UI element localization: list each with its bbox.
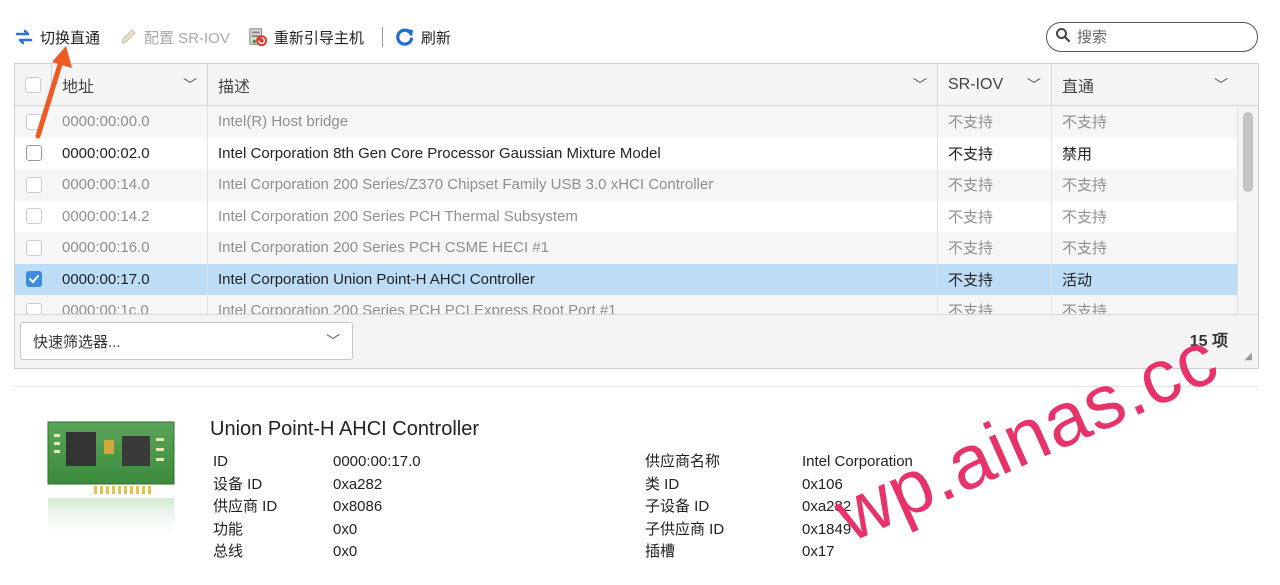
column-sriov[interactable]: SR-IOV ﹀ (938, 64, 1052, 106)
description-cell: Intel Corporation 200 Series PCH CSME HE… (208, 232, 938, 264)
description-cell: Intel Corporation 200 Series PCH Thermal… (208, 200, 938, 232)
row-checkbox-cell (15, 201, 52, 233)
reboot-host-label: 重新引导主机 (273, 29, 364, 47)
row-checkbox-cell (15, 169, 52, 201)
reboot-host-button[interactable]: 重新引导主机 (248, 27, 364, 48)
sriov-cell: 不支持 (938, 232, 1052, 264)
address-cell: 0000:00:1c.0 (52, 295, 208, 316)
quick-filter-dropdown[interactable]: 快速筛选器... ﹀ (20, 322, 353, 360)
row-checkbox[interactable] (25, 239, 42, 256)
row-checkbox-cell (15, 232, 52, 264)
chevron-down-icon[interactable]: ﹀ (183, 75, 197, 95)
grid-header: 地址 ﹀ 描述 ﹀ SR-IOV ﹀ 直通 ﹀ (15, 64, 1258, 106)
passthrough-cell: 不支持 (1062, 240, 1108, 258)
detail-key: 插槽 (645, 543, 676, 560)
configure-sriov-label: 配置 SR-IOV (144, 29, 230, 47)
row-checkbox[interactable] (25, 176, 42, 193)
pci-device-icon (44, 418, 180, 548)
checkmark-icon (28, 275, 39, 284)
refresh-icon (395, 27, 415, 47)
table-row[interactable]: 0000:00:14.2 Intel Corporation 200 Series… (15, 200, 1238, 233)
row-checkbox[interactable] (25, 271, 42, 288)
sriov-cell: 不支持 (938, 137, 1052, 169)
row-checkbox[interactable] (25, 208, 42, 225)
vertical-scrollbar[interactable] (1237, 106, 1258, 316)
scrollbar-thumb[interactable] (1243, 112, 1253, 192)
row-checkbox-cell (15, 264, 52, 296)
detail-key: 设备 ID (213, 475, 263, 493)
chevron-down-icon[interactable]: ﹀ (1027, 75, 1041, 95)
column-passthrough-label: 直通 (1062, 79, 1095, 96)
sriov-cell: 不支持 (938, 263, 1052, 295)
address-cell: 0000:00:16.0 (52, 232, 208, 264)
table-row[interactable]: 0000:00:17.0 Intel Corporation Union Poin… (15, 263, 1238, 296)
search-box[interactable] (1046, 22, 1258, 52)
grid-footer: 快速筛选器... ﹀ 15 项 ◢ (15, 314, 1258, 368)
device-title: Union Point-H AHCI Controller (210, 418, 479, 440)
table-row[interactable]: 0000:00:02.0 Intel Corporation 8th Gen Co… (15, 137, 1238, 169)
quick-filter-label: 快速筛选器... (33, 333, 121, 351)
sriov-cell: 不支持 (938, 295, 1052, 316)
address-cell: 0000:00:14.0 (52, 169, 208, 201)
refresh-button[interactable]: 刷新 (395, 27, 451, 48)
refresh-label: 刷新 (420, 29, 451, 47)
search-icon (1055, 27, 1071, 47)
table-row[interactable]: 0000:00:1c.0 Intel Corporation 200 Series… (15, 295, 1238, 316)
grid-body: 0000:00:00.0 Intel(R) Host bridge 不支持 不支持 00… (15, 106, 1238, 316)
detail-value: 0x0 (333, 543, 358, 560)
configure-sriov-button[interactable]: 配置 SR-IOV (118, 27, 230, 48)
column-description[interactable]: 描述 ﹀ (208, 64, 938, 106)
device-grid: 地址 ﹀ 描述 ﹀ SR-IOV ﹀ 直通 ﹀ 0000:00:00.0 Inte… (14, 63, 1259, 369)
passthrough-cell: 不支持 (1062, 303, 1108, 316)
detail-key: 供应商 ID (213, 498, 278, 515)
description-cell: Intel Corporation 200 Series PCH PCI Exp… (208, 295, 938, 316)
toolbar-separator (381, 27, 383, 47)
detail-value: 0x8086 (333, 498, 383, 515)
chevron-down-icon[interactable]: ﹀ (913, 75, 927, 95)
sriov-cell: 不支持 (938, 200, 1052, 232)
resize-grip-icon[interactable]: ◢ (1244, 351, 1252, 362)
row-checkbox-cell (15, 295, 52, 316)
table-row[interactable]: 0000:00:16.0 Intel Corporation 200 Series… (15, 232, 1238, 264)
detail-key: 供应商名称 (645, 453, 721, 470)
toolbar: 切换直通 配置 SR-IOV 重新引导主机 刷新 搜索 (14, 18, 1266, 56)
table-row[interactable]: 0000:00:00.0 Intel(R) Host bridge 不支持 不支持 (15, 106, 1238, 138)
pencil-icon (118, 27, 138, 47)
detail-key: 子供应商 ID (645, 520, 725, 538)
passthrough-cell: 不支持 (1062, 177, 1108, 195)
chevron-down-icon[interactable]: ﹀ (1214, 75, 1228, 95)
detail-value: 0000:00:17.0 (333, 453, 421, 470)
description-cell: Intel(R) Host bridge (208, 106, 938, 138)
sriov-cell: 不支持 (938, 106, 1052, 138)
table-row[interactable]: 0000:00:14.0 Intel Corporation 200 Series… (15, 169, 1238, 201)
column-passthrough[interactable]: 直通 ﹀ (1052, 64, 1238, 106)
server-reboot-icon (248, 27, 268, 47)
detail-key: 子设备 ID (645, 498, 710, 515)
address-cell: 0000:00:17.0 (52, 263, 208, 295)
sriov-cell: 不支持 (938, 169, 1052, 201)
search-input[interactable] (1075, 27, 1245, 47)
passthrough-cell: 活动 (1062, 271, 1093, 289)
detail-key: 功能 (213, 520, 244, 538)
detail-key: 类 ID (645, 475, 680, 493)
passthrough-cell: 禁用 (1062, 145, 1093, 163)
column-description-label: 描述 (218, 79, 251, 96)
detail-value: 0xa282 (333, 475, 383, 493)
annotation-arrow (35, 46, 72, 139)
description-cell: Intel Corporation 8th Gen Core Processor… (208, 137, 938, 169)
detail-key: ID (213, 453, 228, 470)
passthrough-cell: 不支持 (1062, 208, 1108, 226)
address-cell: 0000:00:14.2 (52, 200, 208, 232)
detail-key: 总线 (213, 543, 244, 560)
column-sriov-label: SR-IOV (948, 76, 1004, 93)
chevron-down-icon: ﹀ (326, 333, 340, 349)
detail-value: 0x0 (333, 520, 358, 538)
passthrough-cell: 不支持 (1062, 114, 1108, 132)
description-cell: Intel Corporation Union Point-H AHCI Con… (208, 263, 938, 295)
description-cell: Intel Corporation 200 Series/Z370 Chipse… (208, 169, 938, 201)
